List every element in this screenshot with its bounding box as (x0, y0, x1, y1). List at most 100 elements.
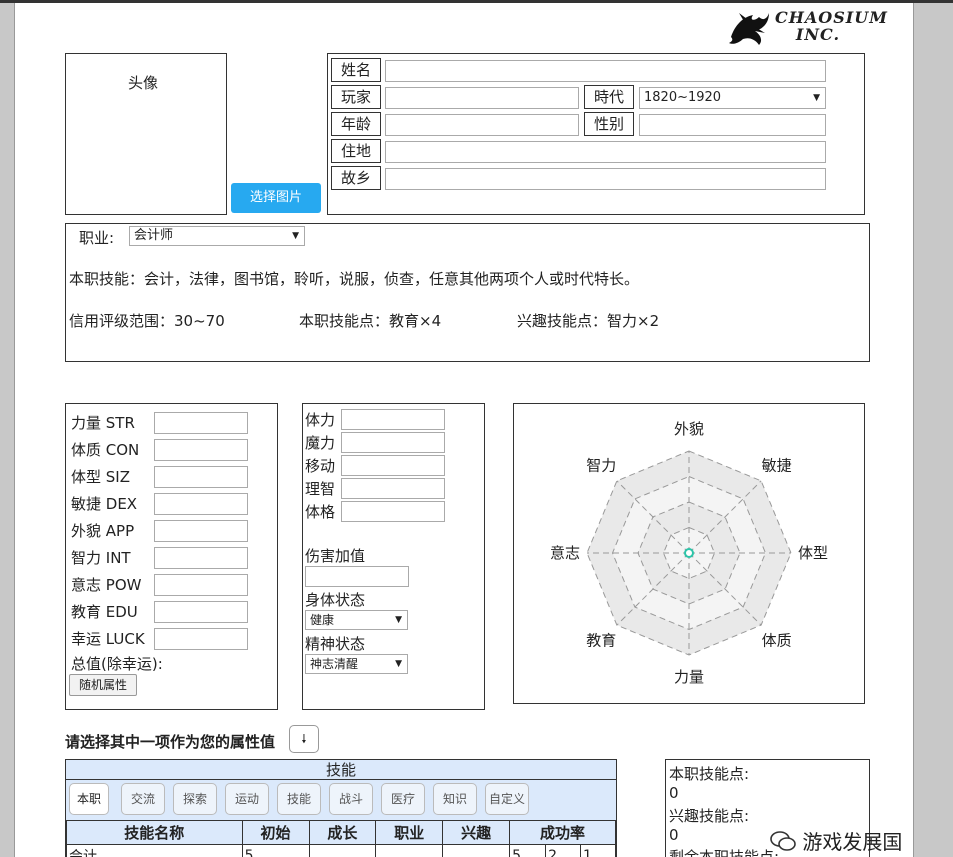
radar-axis-label: 体型 (798, 544, 828, 562)
attr-str-row: 力量 STR (71, 412, 135, 434)
gender-label: 性别 (584, 112, 634, 136)
sanity-input[interactable] (341, 478, 445, 499)
tab-communication[interactable]: 交流 (121, 783, 165, 815)
residence-input[interactable] (385, 141, 826, 163)
gender-input[interactable] (639, 114, 826, 136)
tab-exploration[interactable]: 探索 (173, 783, 217, 815)
occupation-select[interactable]: 会计师 ▼ (129, 226, 305, 246)
era-select-value: 1820~1920 (644, 90, 722, 105)
radar-axis-label: 智力 (586, 456, 616, 474)
skill-growth-cell[interactable] (308, 844, 377, 857)
avatar-label: 头像 (128, 74, 159, 92)
remaining-occ-points-label: 剩余本职技能点: (669, 848, 780, 857)
tab-knowledge[interactable]: 知识 (433, 783, 477, 815)
skill-rate-full-cell: 5 (509, 844, 547, 857)
col-interest: 兴趣 (442, 820, 511, 845)
attr-luck-input[interactable] (154, 628, 248, 650)
radar-axis-label: 意志 (550, 544, 580, 562)
interest-skill-points: 兴趣技能点：智力×2 (517, 312, 660, 330)
logo-text: CHAOSIUM INC. (775, 8, 888, 44)
residence-label: 住地 (331, 139, 381, 163)
attr-int-input[interactable] (154, 547, 248, 569)
move-input[interactable] (341, 455, 445, 476)
dragon-icon (729, 13, 769, 45)
hp-input[interactable] (341, 409, 445, 430)
tab-custom[interactable]: 自定义 (485, 783, 529, 815)
col-growth: 成长 (308, 820, 377, 845)
skill-interest-cell[interactable] (442, 844, 511, 857)
attr-app-row: 外貌 APP (71, 520, 134, 542)
occupation-panel: 职业: 会计师 ▼ 本职技能：会计，法律，图书馆，聆听，说服，侦查，任意其他两项… (65, 223, 870, 362)
attr-dex-row: 敏捷 DEX (71, 493, 137, 515)
occupation-label: 职业: (79, 229, 115, 247)
tab-occupation[interactable]: 本职 (69, 783, 109, 815)
attr-dex-label: 敏捷 DEX (71, 495, 138, 513)
occupation-select-value: 会计师 (134, 228, 174, 243)
tab-sports[interactable]: 运动 (225, 783, 269, 815)
choose-attribute-dropdown[interactable]: 🠗 (289, 725, 319, 753)
name-input[interactable] (385, 60, 826, 82)
chevron-down-icon: ▼ (395, 615, 402, 625)
col-success-rate: 成功率 (509, 820, 616, 845)
era-label: 時代 (584, 85, 634, 109)
hometown-input[interactable] (385, 168, 826, 190)
build-input[interactable] (341, 501, 445, 522)
damage-bonus-input[interactable] (305, 566, 409, 587)
occ-points-label: 本职技能点: (669, 765, 750, 783)
body-status-value: 健康 (310, 613, 335, 627)
attr-con-row: 体质 CON (71, 439, 139, 461)
col-occupation: 职业 (375, 820, 444, 845)
attr-siz-label: 体型 SIZ (71, 468, 130, 486)
tab-combat[interactable]: 战斗 (329, 783, 373, 815)
radar-axis-label: 力量 (674, 668, 704, 686)
name-label: 姓名 (331, 58, 381, 82)
attr-edu-input[interactable] (154, 601, 248, 623)
attr-pow-input[interactable] (154, 574, 248, 596)
attr-app-input[interactable] (154, 520, 248, 542)
attr-dex-input[interactable] (154, 493, 248, 515)
attr-pow-label: 意志 POW (71, 576, 142, 594)
body-status-select[interactable]: 健康 ▼ (305, 610, 408, 630)
watermark-text: 游戏发展国 (802, 830, 903, 854)
mental-status-label: 精神状态 (305, 635, 366, 653)
col-base: 初始 (241, 820, 310, 845)
attr-luck-row: 幸运 LUCK (71, 628, 145, 650)
watermark: 游戏发展国 (770, 826, 902, 855)
hometown-label: 故乡 (331, 166, 381, 190)
damage-bonus-label: 伤害加值 (305, 547, 366, 565)
occupation-skills-text: 本职技能：会计，法律，图书馆，聆听，说服，侦查，任意其他两项个人或时代特长。 (69, 270, 640, 288)
attr-siz-input[interactable] (154, 466, 248, 488)
avatar-frame[interactable]: 头像 (65, 53, 227, 215)
era-select[interactable]: 1820~1920 ▼ (639, 87, 826, 109)
mental-status-select[interactable]: 神志清醒 ▼ (305, 654, 408, 674)
attr-pow-row: 意志 POW (71, 574, 141, 596)
skill-occupation-cell[interactable] (375, 844, 444, 857)
occupation-skill-points: 本职技能点：教育×4 (299, 312, 442, 330)
attr-con-input[interactable] (154, 439, 248, 461)
attr-con-label: 体质 CON (71, 441, 140, 459)
radar-axis-label: 体质 (762, 632, 792, 650)
radar-chart-panel: 外貌 敏捷 体型 体质 力量 教育 意志 智力 (513, 403, 865, 704)
radar-axis-label: 敏捷 (762, 456, 792, 474)
radar-chart: 外貌敏捷体型体质力量 教育 意志 智力 (550, 420, 828, 686)
skills-tab-bar: 本职 交流 探索 运动 技能 战斗 医疗 知识 自定义 (66, 780, 616, 820)
arrow-down-icon: 🠗 (301, 732, 307, 746)
player-input[interactable] (385, 87, 579, 109)
random-attributes-button[interactable]: 随机属性 (69, 674, 137, 696)
choose-attribute-prompt: 请选择其中一项作为您的属性值 (65, 733, 276, 751)
attr-edu-row: 教育 EDU (71, 601, 138, 623)
age-input[interactable] (385, 114, 579, 136)
age-label: 年龄 (331, 112, 381, 136)
mp-input[interactable] (341, 432, 445, 453)
character-sheet-page: CHAOSIUM INC. 头像 选择图片 姓名 玩家 時代 1820~1920… (14, 3, 914, 857)
attr-int-row: 智力 INT (71, 547, 131, 569)
tab-medical[interactable]: 医疗 (381, 783, 425, 815)
select-image-button[interactable]: 选择图片 (231, 183, 321, 213)
attr-edu-label: 教育 EDU (71, 603, 138, 621)
tab-skills[interactable]: 技能 (277, 783, 321, 815)
attributes-panel: 力量 STR 体质 CON 体型 SIZ 敏捷 DEX 外貌 APP 智力 IN… (65, 403, 278, 710)
attr-str-input[interactable] (154, 412, 248, 434)
chevron-down-icon: ▼ (813, 93, 820, 103)
table-row: 会计 5 5 2 1 (66, 844, 616, 857)
radar-center-point (684, 548, 694, 558)
